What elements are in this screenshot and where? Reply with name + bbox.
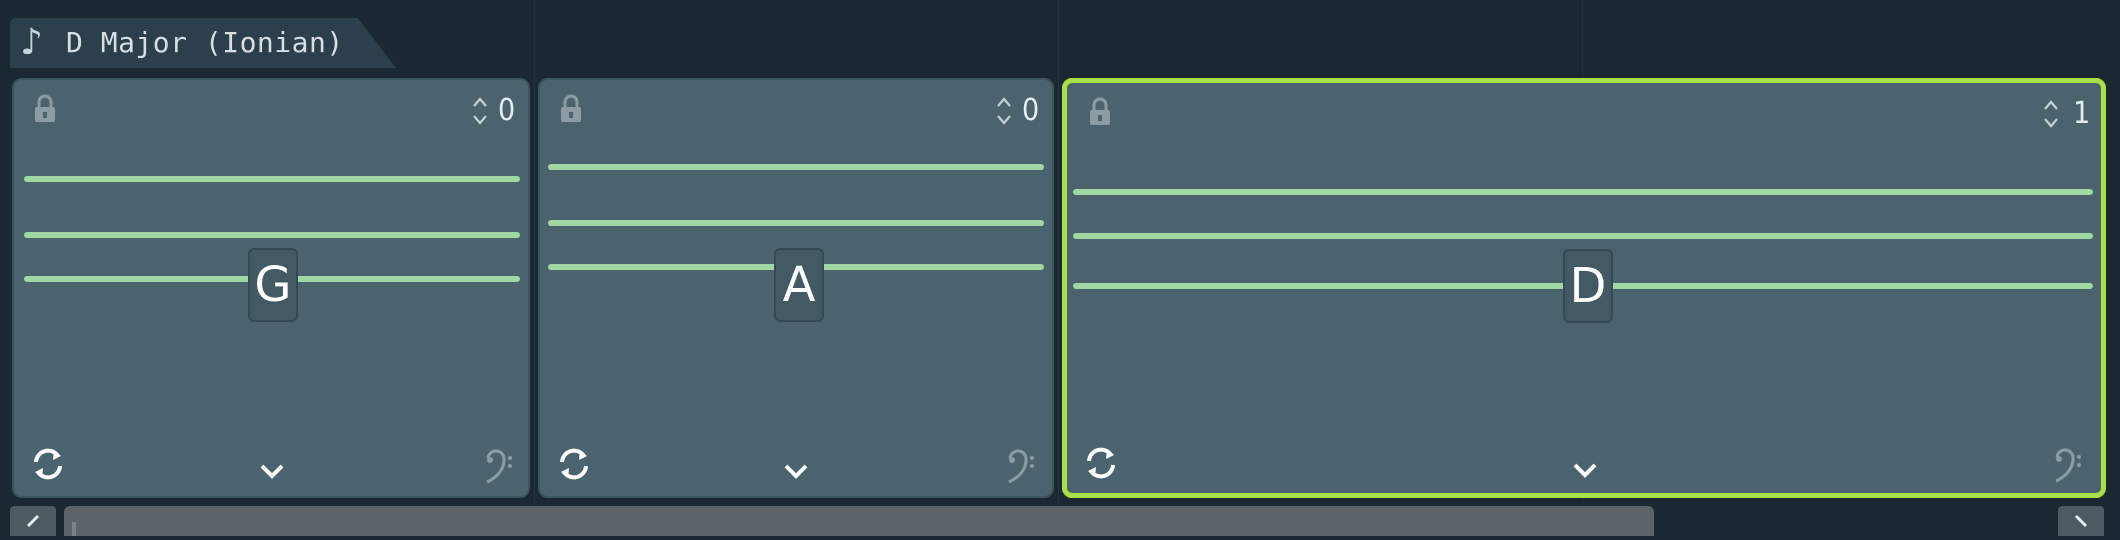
- scroll-right-button[interactable]: [2058, 506, 2104, 536]
- scale-line: [548, 164, 1044, 170]
- scale-line: [548, 220, 1044, 226]
- scroll-left-button[interactable]: [10, 506, 56, 536]
- chord-root-label[interactable]: D: [1563, 249, 1613, 323]
- bass-clef-icon[interactable]: [1006, 448, 1036, 486]
- refresh-icon[interactable]: [554, 444, 594, 484]
- lock-icon[interactable]: [558, 94, 584, 124]
- chord-panel-a[interactable]: 0 A: [538, 78, 1054, 498]
- scale-line: [1073, 189, 2093, 195]
- chord-count: 0: [498, 93, 516, 128]
- chord-panel-g[interactable]: 0 G: [12, 78, 530, 498]
- stepper-icon[interactable]: [2041, 97, 2061, 131]
- scale-line: [24, 176, 520, 182]
- bass-clef-icon[interactable]: [484, 448, 514, 486]
- scale-line: [1073, 233, 2093, 239]
- scrollbar-thumb[interactable]: [64, 506, 1654, 536]
- stepper-icon[interactable]: [470, 94, 490, 128]
- chevron-down-icon[interactable]: [258, 460, 286, 482]
- stepper-icon[interactable]: [994, 94, 1014, 128]
- column-divider: [1058, 0, 1059, 510]
- lock-icon[interactable]: [1087, 97, 1113, 127]
- chord-count: 1: [2073, 96, 2091, 131]
- chevron-left-icon: [26, 514, 40, 528]
- refresh-icon[interactable]: [1081, 443, 1121, 483]
- scale-tab[interactable]: ♪ D Major (Ionian): [10, 18, 396, 68]
- chord-root-label[interactable]: G: [248, 248, 298, 322]
- chord-panel-d[interactable]: 1 D: [1062, 78, 2106, 498]
- lock-icon[interactable]: [32, 94, 58, 124]
- music-note-icon: ♪: [20, 22, 43, 63]
- bass-clef-icon[interactable]: [2053, 447, 2083, 485]
- chevron-right-icon: [2074, 514, 2088, 528]
- scale-line: [24, 232, 520, 238]
- chevron-down-icon[interactable]: [1571, 459, 1599, 481]
- scale-tab-label: D Major (Ionian): [66, 26, 344, 59]
- chord-count: 0: [1022, 93, 1040, 128]
- chord-root-label[interactable]: A: [774, 248, 824, 322]
- refresh-icon[interactable]: [28, 444, 68, 484]
- chevron-down-icon[interactable]: [782, 460, 810, 482]
- column-divider: [534, 0, 535, 510]
- scrollbar-thumb-grip: [72, 522, 76, 536]
